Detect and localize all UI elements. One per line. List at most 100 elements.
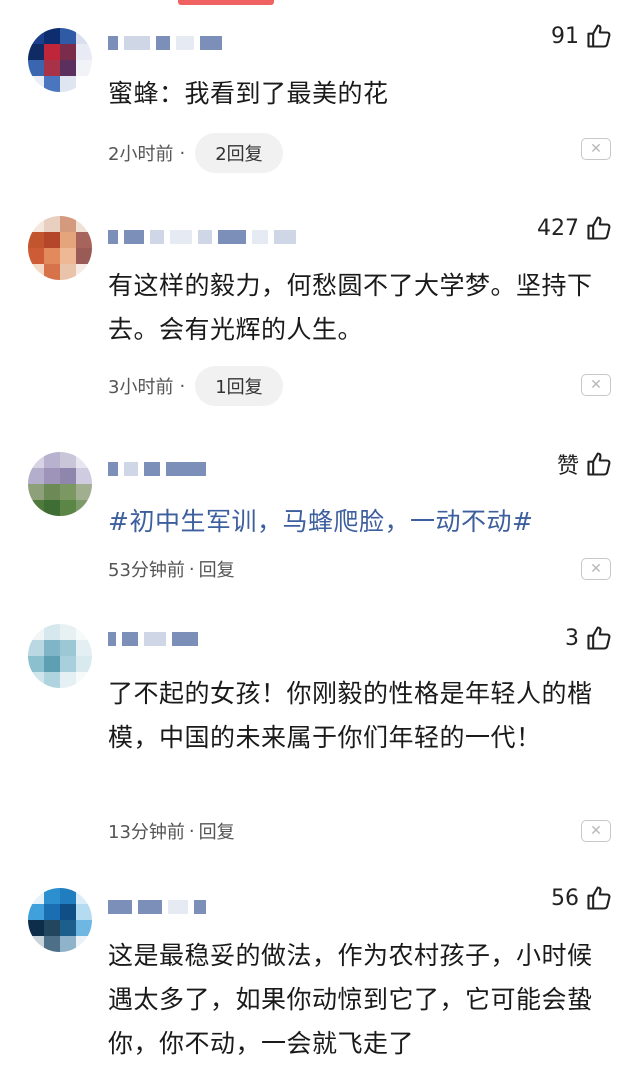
avatar-pixel	[44, 484, 60, 500]
avatar-pixel	[44, 468, 60, 484]
avatar-pixel	[44, 920, 60, 936]
avatar-pixel	[28, 60, 44, 76]
avatar-pixel	[60, 624, 76, 640]
avatar-pixel	[60, 936, 76, 952]
like-count: 427	[537, 215, 579, 241]
avatar-pixel	[76, 656, 92, 672]
avatar-pixel	[28, 888, 44, 904]
avatar-pixel	[76, 484, 92, 500]
close-icon: ✕	[590, 377, 602, 393]
top-indicator	[178, 0, 274, 5]
reply-link[interactable]: 回复	[199, 556, 235, 582]
like-count: 3	[565, 625, 579, 651]
comment-text: 这是最稳妥的做法，作为农村孩子，小时候遇太多了，如果你动惊到它了，它可能会蛰你，…	[108, 941, 593, 1058]
like-button[interactable]: 427	[537, 214, 613, 242]
like-count: 56	[551, 885, 579, 911]
avatar-pixel	[76, 76, 92, 92]
thumbs-up-icon	[587, 886, 611, 910]
avatar-pixel	[76, 904, 92, 920]
avatar-pixel	[44, 44, 60, 60]
avatar[interactable]	[28, 624, 92, 688]
avatar-pixel	[76, 216, 92, 232]
meta-separator: ·	[179, 142, 186, 164]
avatar-pixel	[44, 60, 60, 76]
dismiss-button[interactable]: ✕	[581, 374, 611, 396]
username-blurred[interactable]	[108, 458, 206, 480]
avatar-pixel	[76, 920, 92, 936]
comment-text: 有这样的毅力，何愁圆不了大学梦。坚持下去。会有光辉的人生。	[108, 271, 593, 344]
username-blurred[interactable]	[108, 32, 222, 54]
avatar-pixel	[76, 28, 92, 44]
avatar-pixel	[44, 672, 60, 688]
reply-button[interactable]: 2回复	[195, 133, 283, 173]
avatar-pixel	[28, 44, 44, 60]
reply-link[interactable]: 回复	[199, 818, 235, 844]
avatar-pixel	[44, 888, 60, 904]
username-blurred[interactable]	[108, 628, 198, 650]
avatar-pixel	[76, 936, 92, 952]
like-button[interactable]: 91	[551, 22, 613, 50]
avatar-pixel	[60, 28, 76, 44]
comment-time: 3小时前	[108, 377, 174, 398]
avatar-pixel	[60, 500, 76, 516]
avatar-pixel	[28, 468, 44, 484]
avatar-pixel	[44, 936, 60, 952]
topic-link[interactable]: #初中生军训，马蜂爬脸，一动不动#	[108, 500, 608, 544]
thumbs-up-icon	[587, 216, 611, 240]
like-count: 91	[551, 23, 579, 49]
username-blurred[interactable]	[108, 226, 296, 248]
like-button[interactable]: 赞	[557, 448, 613, 480]
avatar-pixel	[28, 500, 44, 516]
avatar-pixel	[76, 672, 92, 688]
avatar-pixel	[44, 216, 60, 232]
avatar-pixel	[28, 640, 44, 656]
avatar-pixel	[76, 44, 92, 60]
avatar-pixel	[44, 248, 60, 264]
comment-time: 13分钟前	[108, 822, 185, 843]
dismiss-button[interactable]: ✕	[581, 820, 611, 842]
like-button[interactable]: 56	[551, 884, 613, 912]
avatar[interactable]	[28, 28, 92, 92]
comment-text: 了不起的女孩！你刚毅的性格是年轻人的楷模，中国的未来属于你们年轻的一代！	[108, 679, 593, 752]
avatar-pixel	[28, 452, 44, 468]
avatar-pixel	[28, 28, 44, 44]
comment-text: 蜜蜂：我看到了最美的花	[108, 79, 389, 108]
comment-meta: 13分钟前 · 回复	[108, 818, 235, 844]
avatar-pixel	[60, 904, 76, 920]
avatar-pixel	[44, 76, 60, 92]
avatar-pixel	[28, 232, 44, 248]
avatar-pixel	[76, 248, 92, 264]
avatar-pixel	[60, 484, 76, 500]
avatar-pixel	[28, 484, 44, 500]
like-button[interactable]: 3	[565, 624, 613, 652]
avatar-pixel	[28, 76, 44, 92]
avatar-pixel	[60, 640, 76, 656]
thumbs-up-icon	[587, 626, 611, 650]
comment-meta: 3小时前 · 1回复	[108, 366, 283, 406]
avatar-pixel	[76, 60, 92, 76]
avatar-pixel	[44, 28, 60, 44]
reply-button[interactable]: 1回复	[195, 366, 283, 406]
avatar-pixel	[28, 624, 44, 640]
avatar-pixel	[60, 216, 76, 232]
avatar-pixel	[60, 888, 76, 904]
avatar-pixel	[44, 500, 60, 516]
meta-separator: ·	[188, 558, 195, 580]
avatar-pixel	[60, 920, 76, 936]
avatar-pixel	[60, 264, 76, 280]
username-blurred[interactable]	[108, 896, 206, 918]
avatar-pixel	[76, 888, 92, 904]
close-icon: ✕	[590, 141, 602, 157]
avatar-pixel	[60, 232, 76, 248]
avatar-pixel	[60, 468, 76, 484]
avatar-pixel	[28, 936, 44, 952]
meta-separator: ·	[179, 375, 186, 397]
dismiss-button[interactable]: ✕	[581, 138, 611, 160]
avatar[interactable]	[28, 216, 92, 280]
comment-time: 53分钟前	[108, 560, 185, 581]
avatar-pixel	[28, 656, 44, 672]
avatar[interactable]	[28, 888, 92, 952]
dismiss-button[interactable]: ✕	[581, 558, 611, 580]
close-icon: ✕	[590, 561, 602, 577]
avatar[interactable]	[28, 452, 92, 516]
